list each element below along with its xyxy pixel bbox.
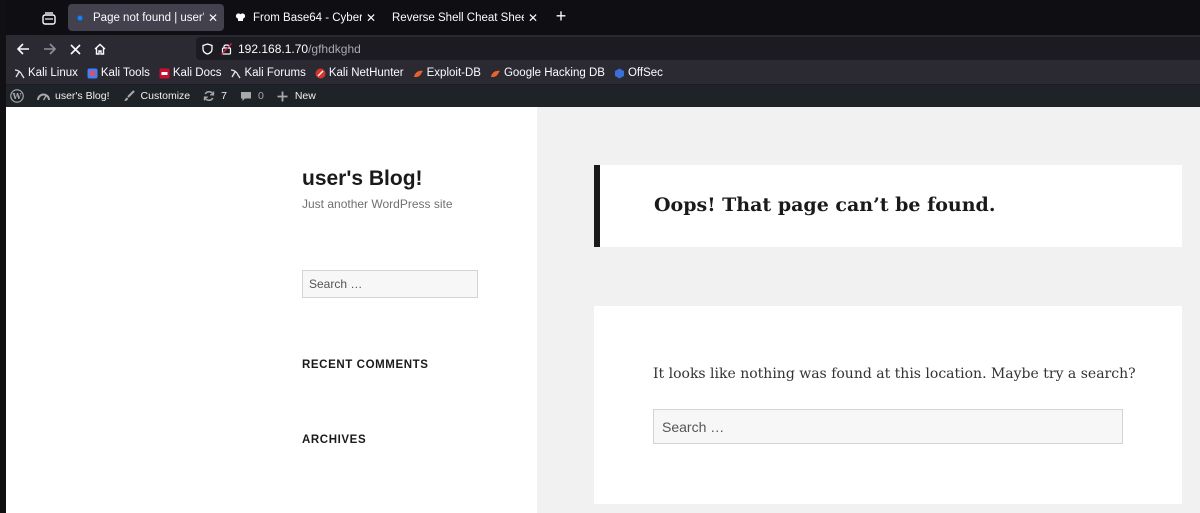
- forward-arrow-icon[interactable]: [40, 40, 58, 58]
- wp-admin-bar: W user's Blog! Customize 7 0 New: [0, 85, 1200, 107]
- customize-link[interactable]: Customize: [122, 89, 191, 103]
- back-arrow-icon[interactable]: [14, 40, 32, 58]
- navigation-toolbar: 192.168.1.70/gfhdkghd: [0, 35, 1200, 62]
- updates-link[interactable]: 7: [202, 89, 227, 103]
- bookmark-kali-linux[interactable]: Kali Linux: [14, 67, 78, 79]
- not-found-message: It looks like nothing was found at this …: [653, 366, 1136, 382]
- updates-count: 7: [221, 90, 227, 102]
- url-bar[interactable]: 192.168.1.70/gfhdkghd: [196, 37, 1200, 60]
- tab-title: From Base64 - CyberChef: [253, 11, 362, 24]
- kali-tools-icon: [87, 68, 98, 79]
- recent-comments-heading: RECENT COMMENTS: [302, 359, 429, 371]
- bookmark-label: Kali NetHunter: [328, 67, 404, 79]
- dashboard-icon: [36, 89, 50, 103]
- wordpress-page: user's Blog! Just another WordPress site…: [6, 107, 1200, 513]
- stop-loading-icon[interactable]: [66, 40, 84, 58]
- new-tab-button[interactable]: +: [553, 7, 569, 26]
- new-label: New: [294, 90, 316, 102]
- kali-dragon-icon: [230, 68, 242, 79]
- insecure-lock-icon[interactable]: [221, 42, 232, 55]
- page-content-card: It looks like nothing was found at this …: [594, 306, 1182, 504]
- comment-bubble-icon: [239, 89, 253, 103]
- site-name-menu[interactable]: user's Blog!: [36, 89, 110, 103]
- updates-refresh-icon: [202, 89, 216, 103]
- bookmark-offsec[interactable]: OffSec: [614, 67, 663, 79]
- bookmark-exploit-db[interactable]: Exploit-DB: [413, 67, 481, 79]
- bookmark-label: Kali Tools: [100, 67, 150, 79]
- home-icon[interactable]: [91, 40, 109, 58]
- exploitdb-icon: [413, 68, 424, 79]
- bookmark-google-hacking-db[interactable]: Google Hacking DB: [490, 67, 605, 79]
- bookmarks-toolbar: Kali Linux Kali Tools Kali Docs Kali For…: [0, 62, 1200, 84]
- tab-cyberchef[interactable]: From Base64 - CyberChef ✕: [228, 4, 382, 31]
- paintbrush-icon: [122, 89, 136, 103]
- ghdb-icon: [490, 68, 501, 79]
- page-header-card: Oops! That page can’t be found.: [594, 165, 1182, 247]
- site-name-label: user's Blog!: [55, 90, 110, 102]
- tab-title: Reverse Shell Cheat Sheet | p: [392, 11, 524, 24]
- wordpress-logo-icon: W: [10, 89, 24, 103]
- tab-close-icon[interactable]: ✕: [528, 11, 538, 25]
- plus-icon: [276, 89, 290, 103]
- svg-text:W: W: [12, 91, 23, 101]
- main-search-input[interactable]: [653, 409, 1123, 444]
- bookmark-label: Exploit-DB: [426, 67, 481, 79]
- bookmark-label: Kali Docs: [172, 67, 222, 79]
- bookmark-kali-forums[interactable]: Kali Forums: [230, 67, 306, 79]
- offsec-icon: [614, 68, 625, 79]
- tab-close-icon[interactable]: ✕: [208, 11, 218, 25]
- chef-hat-icon: [234, 12, 246, 24]
- shield-icon[interactable]: [202, 42, 213, 55]
- bookmark-kali-docs[interactable]: Kali Docs: [159, 67, 222, 79]
- url-path: /gfhdkghd: [308, 41, 361, 56]
- bookmark-label: OffSec: [627, 67, 663, 79]
- site-description: Just another WordPress site: [302, 197, 453, 211]
- site-title[interactable]: user's Blog!: [302, 167, 423, 191]
- url-host: 192.168.1.70: [238, 41, 309, 56]
- tab-close-icon[interactable]: ✕: [366, 11, 376, 25]
- new-content-menu[interactable]: New: [276, 89, 316, 103]
- page-title: Oops! That page can’t be found.: [654, 194, 996, 216]
- customize-label: Customize: [140, 90, 191, 102]
- bookmark-label: Google Hacking DB: [503, 67, 605, 79]
- tab-strip: Page not found | user's Blog! ✕ From Bas…: [0, 0, 1200, 35]
- bookmark-kali-tools[interactable]: Kali Tools: [87, 67, 150, 79]
- tab-title: Page not found | user's Blog!: [93, 11, 204, 24]
- tab-page-not-found[interactable]: Page not found | user's Blog! ✕: [68, 4, 224, 31]
- tab-reverse-shell[interactable]: Reverse Shell Cheat Sheet | p ✕: [386, 4, 544, 31]
- site-sidebar: user's Blog! Just another WordPress site…: [6, 107, 537, 513]
- kali-docs-icon: [159, 68, 170, 79]
- loading-dot-icon: [74, 12, 86, 24]
- bookmark-label: Kali Linux: [28, 67, 78, 79]
- comments-link[interactable]: 0: [239, 89, 264, 103]
- wp-logo-button[interactable]: W: [10, 89, 24, 103]
- nethunter-icon: [315, 68, 326, 79]
- tab-overview-icon[interactable]: [38, 8, 60, 28]
- bookmark-label: Kali Forums: [244, 67, 306, 79]
- kali-dragon-icon: [14, 68, 25, 79]
- comments-count: 0: [257, 90, 264, 102]
- bookmark-kali-nethunter[interactable]: Kali NetHunter: [315, 67, 404, 79]
- archives-heading: ARCHIVES: [302, 434, 367, 446]
- sidebar-search-input[interactable]: [302, 270, 478, 298]
